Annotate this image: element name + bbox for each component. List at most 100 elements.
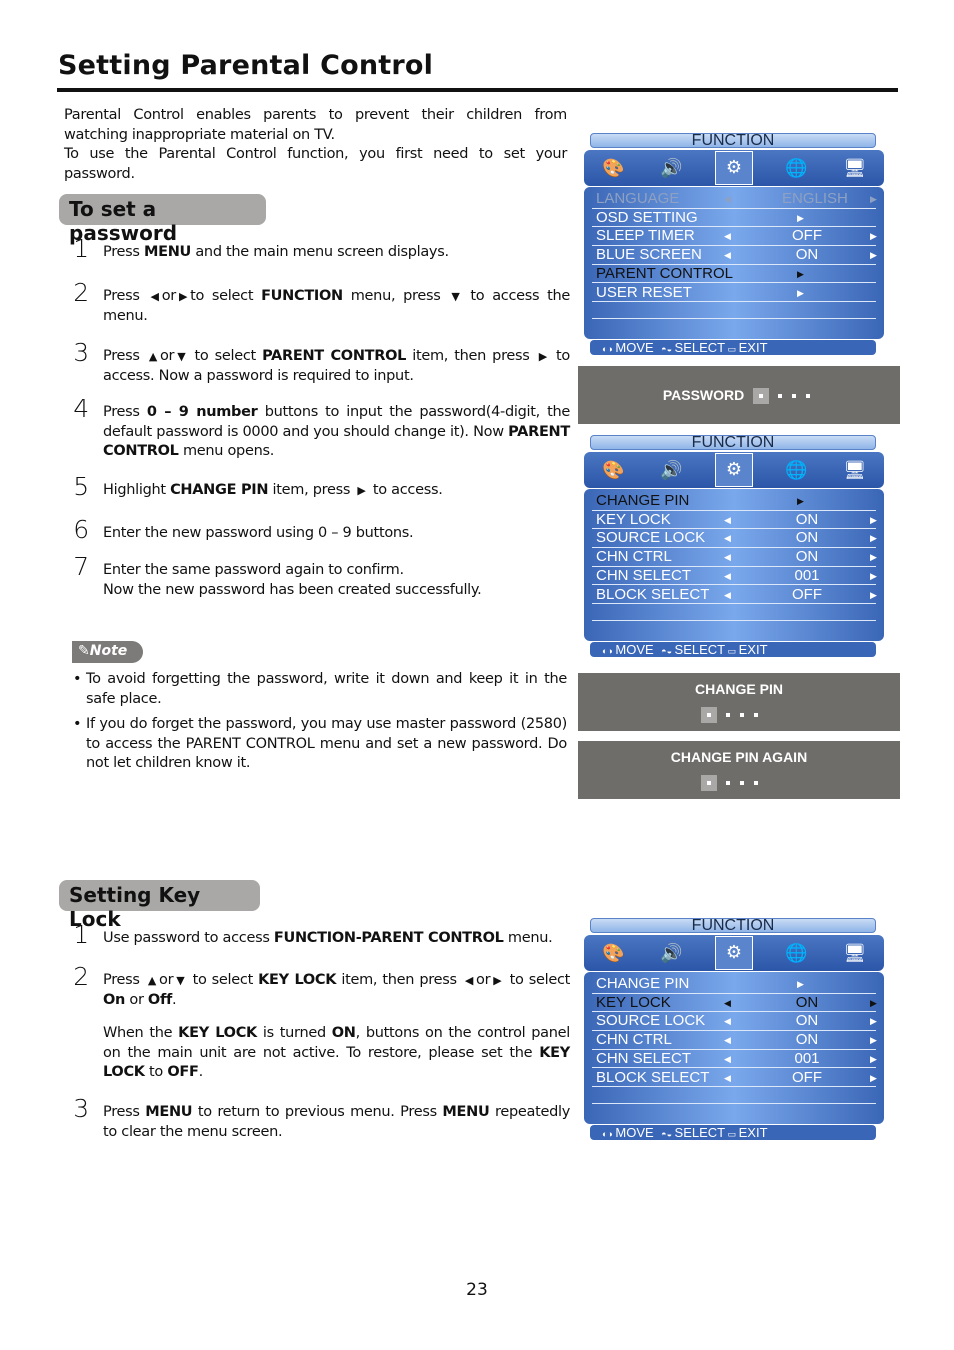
footer-hint: MOVE — [615, 340, 654, 355]
right-arrow-icon: ▶ — [797, 979, 804, 989]
tv-screen-icon[interactable]: 🖥 — [840, 153, 870, 183]
menu-item[interactable]: SOURCE LOCK ◀ ON ▶ — [592, 1012, 877, 1032]
gear-wrench-icon[interactable]: ⚙ — [714, 453, 753, 487]
pin-digit-fields[interactable] — [696, 774, 763, 792]
right-arrow-icon: ▶ — [797, 287, 804, 298]
pin-digit — [725, 781, 730, 786]
menu-item-label: CHANGE PIN — [596, 975, 690, 992]
menu-item[interactable]: CHN CTRL ◀ ON ▶ — [592, 548, 877, 567]
text-run: Enter the new password using 0 – 9 butto… — [103, 525, 414, 541]
text-run: Now the new password has been created su… — [103, 581, 482, 598]
right-arrow-icon: ▶ — [870, 231, 877, 242]
step-text: Enter the same password again to confirm… — [103, 561, 570, 600]
bold-term: OFF — [167, 1064, 199, 1080]
menu-item[interactable]: OSD SETTING ▶ — [592, 209, 876, 228]
menu-item-label: KEY LOCK — [596, 993, 671, 1011]
speaker-icon[interactable]: 🔊 — [657, 455, 687, 485]
speaker-icon[interactable]: 🔊 — [657, 938, 687, 968]
select-icon: ◓◒ — [653, 646, 675, 656]
menu-item-label: BLOCK SELECT — [596, 585, 710, 603]
menu-item[interactable]: BLUE SCREEN ◀ ON ▶ — [592, 246, 877, 265]
menu-item[interactable]: USER RESET ▶ — [592, 284, 876, 303]
bullet-dot: • — [73, 716, 82, 732]
tv-screen-icon[interactable]: 🖥 — [840, 938, 870, 968]
note-text: To avoid forgetting the password, write … — [86, 670, 567, 709]
password-entry-osd: CHANGE PIN AGAIN — [578, 741, 900, 799]
bold-term: MENU — [143, 244, 192, 260]
pin-digit-fields[interactable] — [696, 706, 763, 724]
step-number: 3 — [73, 338, 89, 367]
note-label: Note — [89, 643, 128, 659]
menu-item[interactable]: CHANGE PIN ▶ — [592, 492, 876, 511]
menu-item[interactable]: SLEEP TIMER ◀ OFF ▶ — [592, 227, 877, 247]
gear-wrench-icon[interactable]: ⚙ — [714, 151, 753, 185]
globe-icon[interactable]: 🌐 — [781, 153, 811, 183]
note-text: If you do forget the password, you may u… — [86, 715, 567, 774]
step-number: 2 — [73, 962, 89, 991]
menu-item-value: OFF — [792, 1068, 822, 1086]
palette-icon[interactable]: 🎨 — [598, 938, 628, 968]
menu-item[interactable]: SOURCE LOCK ◀ ON ▶ — [592, 529, 877, 549]
menu-item-value: ON — [795, 529, 819, 547]
password-label: PASSWORD — [662, 387, 745, 403]
left-arrow-icon: ◀ — [724, 570, 731, 581]
palette-icon[interactable]: 🎨 — [598, 153, 628, 183]
text-run: Parental Control enables parents to prev… — [64, 107, 567, 143]
menu-item[interactable]: KEY LOCK ◀ ON ▶ — [592, 993, 877, 1013]
menu-category-bar: 🎨 🔊 ⚙ 🌐 🖥 — [584, 935, 884, 971]
menu-category-bar: 🎨 🔊 ⚙ 🌐 🖥 — [584, 150, 884, 186]
right-arrow-icon: ▶ — [870, 514, 877, 525]
function-menu-osd: FUNCTION 🎨 🔊 ⚙ 🌐 🖥 CHANGE PIN ▶ KEY LOCK ◀ ON ▶ SOUR… — [584, 917, 884, 1140]
password-entry-osd: PASSWORD — [578, 366, 900, 424]
gear-wrench-icon[interactable]: ⚙ — [714, 936, 753, 970]
text-run: and the main menu screen displays. — [191, 244, 449, 260]
menu-item-value: ON — [795, 246, 819, 264]
pin-digit-fields[interactable] — [748, 387, 815, 405]
text-run: Use password to access — [103, 930, 274, 946]
down-arrow-icon: ▼ — [176, 974, 185, 987]
bold-term: FUNCTION-PARENT CONTROL — [273, 930, 504, 946]
right-arrow-icon: ▶ — [538, 350, 547, 363]
step-text: Enter the new password using 0 – 9 butto… — [103, 524, 570, 544]
footer-hint: MOVE — [615, 642, 654, 657]
step-text: Press MENU to return to previous menu. P… — [103, 1103, 570, 1142]
menu-item[interactable]: CHN CTRL ◀ ON ▶ — [592, 1031, 877, 1050]
page-number: 23 — [466, 1280, 488, 1300]
menu-item-label: KEY LOCK — [596, 510, 671, 528]
left-arrow-icon: ◀ — [724, 1072, 731, 1083]
left-arrow-icon: ◀ — [724, 231, 731, 242]
page-title: Setting Parental Control — [58, 50, 434, 81]
pin-digit — [739, 781, 744, 786]
text-run: Press — [103, 244, 144, 260]
section-heading-set-password: To set a password — [59, 194, 266, 245]
bold-term: CHANGE PIN — [170, 482, 269, 498]
menu-item[interactable]: KEY LOCK ◀ ON ▶ — [592, 510, 877, 530]
menu-item[interactable]: CHN SELECT ◀ 001 ▶ — [592, 1050, 877, 1069]
menu-item[interactable]: CHANGE PIN ▶ — [592, 975, 876, 994]
globe-icon[interactable]: 🌐 — [781, 455, 811, 485]
step-number: 5 — [73, 472, 89, 501]
palette-icon[interactable]: 🎨 — [598, 455, 628, 485]
exit-icon: ▭ — [725, 1129, 739, 1139]
right-arrow-icon: ▶ — [357, 484, 366, 497]
menu-item-value: OFF — [792, 227, 822, 245]
text-run: To use the Parental Control function, yo… — [64, 146, 567, 182]
footer-hint: EXIT — [738, 1125, 768, 1140]
text-run: Press — [103, 288, 148, 304]
menu-item[interactable]: CHN SELECT ◀ 001 ▶ — [592, 567, 877, 586]
menu-item[interactable]: PARENT CONTROL ▶ — [592, 265, 876, 284]
right-arrow-icon: ▶ — [870, 250, 877, 261]
pin-digit — [725, 713, 730, 718]
menu-item-label: CHN CTRL — [596, 548, 672, 566]
tv-screen-icon[interactable]: 🖥 — [840, 455, 870, 485]
pin-digit — [700, 707, 717, 724]
right-arrow-icon: ▶ — [178, 290, 188, 303]
globe-icon[interactable]: 🌐 — [781, 938, 811, 968]
text-run: When the — [103, 1025, 179, 1041]
menu-item[interactable]: LANGUAGE ◀ ENGLISH ▶ — [592, 190, 877, 209]
menu-item[interactable]: BLOCK SELECT ◀ OFF ▶ — [592, 585, 877, 605]
select-icon: ◓◒ — [653, 344, 675, 354]
left-arrow-icon: ◀ — [150, 290, 159, 303]
speaker-icon[interactable]: 🔊 — [657, 153, 687, 183]
menu-item[interactable]: BLOCK SELECT ◀ OFF ▶ — [592, 1068, 877, 1088]
